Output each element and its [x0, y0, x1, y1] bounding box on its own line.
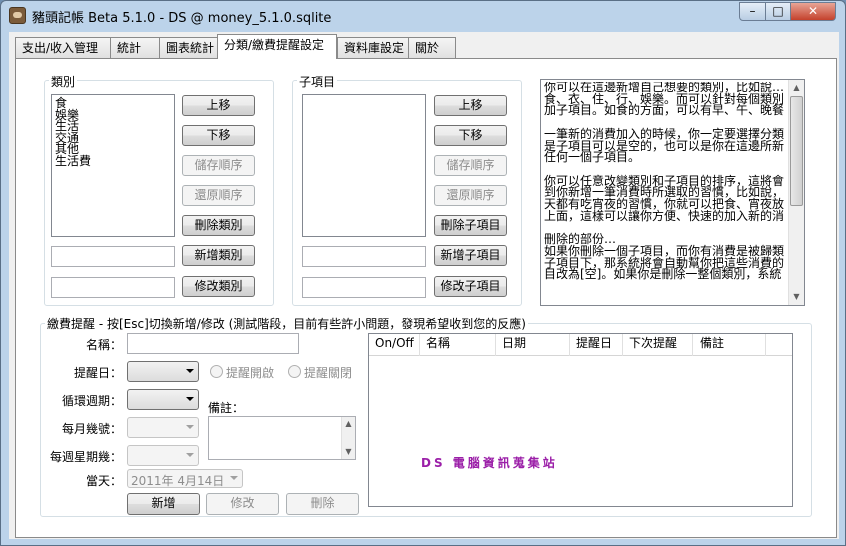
help-scrollbar[interactable]: ▲ ▼	[788, 80, 804, 305]
watermark: DS 電腦資訊蒐集站	[421, 456, 558, 470]
maximize-button[interactable]: □	[765, 2, 791, 21]
subitem-move-up-button[interactable]: 上移	[434, 95, 507, 116]
note-scrollbar[interactable]: ▲ ▼	[341, 417, 355, 459]
edit-subitem-button[interactable]: 修改子項目	[434, 276, 507, 297]
reminder-grid[interactable]: On/Off 名稱 日期 提醒日 下次提醒 備註 DS 電腦資訊蒐集站	[368, 333, 793, 507]
add-category-button[interactable]: 新增類別	[182, 245, 255, 266]
remind-off-label: 提醒關閉	[304, 366, 353, 380]
chevron-down-icon	[186, 453, 194, 457]
title-bar: 豬頭記帳 Beta 5.1.0 - DS @ money_5.1.0.sqlit…	[1, 1, 845, 31]
column-header-note[interactable]: 備註	[700, 337, 724, 350]
remind-on-label: 提醒開啟	[226, 366, 275, 380]
date-picker[interactable]: 2011年 4月14日	[127, 469, 243, 488]
category-name-input[interactable]	[51, 246, 175, 267]
chevron-down-icon	[186, 425, 194, 429]
column-divider	[569, 334, 570, 356]
window-title: 豬頭記帳 Beta 5.1.0 - DS @ money_5.1.0.sqlit…	[32, 11, 332, 26]
category-save-order-button[interactable]: 儲存順序	[182, 155, 255, 176]
client-area: 支出/收入管理 統計 圖表統計 分類/繳費提醒設定 資料庫設定 關於 類別 食 …	[9, 32, 839, 539]
column-header-onoff[interactable]: On/Off	[375, 337, 414, 350]
column-divider	[765, 334, 766, 356]
remind-day-select[interactable]	[127, 361, 199, 382]
category-listbox[interactable]: 食 娛樂 生活 交通 其他 生活費	[51, 94, 175, 237]
tab-database-settings[interactable]: 資料庫設定	[337, 37, 409, 58]
column-divider	[622, 334, 623, 356]
subitem-restore-order-button[interactable]: 還原順序	[434, 185, 507, 206]
scroll-up-arrow-icon[interactable]: ▲	[342, 417, 355, 430]
date-label: 當天：	[86, 474, 123, 488]
cycle-label: 循環週期：	[62, 394, 123, 408]
column-divider	[692, 334, 693, 356]
column-divider	[419, 334, 420, 356]
add-subitem-button[interactable]: 新增子項目	[434, 245, 507, 266]
note-textarea[interactable]: ▲ ▼	[208, 416, 356, 460]
category-edit-input[interactable]	[51, 277, 175, 298]
column-header-next-reminder[interactable]: 下次提醒	[629, 337, 677, 350]
category-move-down-button[interactable]: 下移	[182, 125, 255, 146]
reminder-edit-button[interactable]: 修改	[206, 493, 279, 515]
subitem-move-down-button[interactable]: 下移	[434, 125, 507, 146]
help-text: 你可以在這邊新增自己想要的類別，比如說… 食、衣、住、行、娛樂。而可以針對每個類…	[544, 82, 785, 281]
weekly-label: 每週星期幾：	[50, 450, 123, 464]
tab-expense-income[interactable]: 支出/收入管理	[15, 37, 111, 58]
remind-day-label: 提醒日：	[74, 366, 123, 380]
tab-chart-statistics[interactable]: 圖表統計	[159, 37, 219, 58]
category-list-items: 食 娛樂 生活 交通 其他 生活費	[55, 97, 91, 168]
minimize-button[interactable]: –	[739, 2, 766, 21]
category-group-label: 類別	[49, 73, 78, 90]
reminder-add-button[interactable]: 新增	[127, 493, 200, 515]
app-icon	[9, 7, 26, 24]
column-divider	[495, 334, 496, 356]
column-header-name[interactable]: 名稱	[426, 337, 450, 350]
category-move-up-button[interactable]: 上移	[182, 95, 255, 116]
subitem-group-label: 子項目	[297, 73, 338, 90]
app-window: 豬頭記帳 Beta 5.1.0 - DS @ money_5.1.0.sqlit…	[0, 0, 846, 546]
settings-panel: 類別 食 娛樂 生活 交通 其他 生活費 上移 下移 儲存順序 還原順序 刪除類…	[15, 58, 837, 538]
tab-statistics[interactable]: 統計	[110, 37, 160, 58]
delete-category-button[interactable]: 刪除類別	[182, 215, 255, 236]
edit-category-button[interactable]: 修改類別	[182, 276, 255, 297]
cycle-select[interactable]	[127, 389, 199, 410]
tab-category-reminder[interactable]: 分類/繳費提醒設定	[217, 34, 337, 59]
chevron-down-icon	[230, 476, 238, 480]
subitem-listbox[interactable]	[302, 94, 426, 237]
note-label: 備註：	[208, 401, 245, 415]
column-header-remind-day[interactable]: 提醒日	[576, 337, 612, 350]
reminder-group-label: 繳費提醒 - 按[Esc]切換新增/修改 (測試階段，目前有些許小問題，發現希望…	[45, 315, 528, 332]
tab-about[interactable]: 關於	[408, 37, 456, 58]
remind-off-radio[interactable]	[288, 365, 301, 378]
subitem-save-order-button[interactable]: 儲存順序	[434, 155, 507, 176]
scroll-down-arrow-icon[interactable]: ▼	[789, 289, 804, 304]
scroll-thumb[interactable]	[790, 96, 803, 206]
weekly-select[interactable]	[127, 445, 199, 466]
monthly-label: 每月幾號：	[62, 422, 123, 436]
reminder-name-label: 名稱：	[86, 338, 123, 352]
chevron-down-icon	[186, 369, 194, 373]
category-restore-order-button[interactable]: 還原順序	[182, 185, 255, 206]
remind-on-radio[interactable]	[210, 365, 223, 378]
scroll-down-arrow-icon[interactable]: ▼	[342, 445, 355, 458]
scroll-up-arrow-icon[interactable]: ▲	[789, 80, 804, 95]
help-textbox[interactable]: 你可以在這邊新增自己想要的類別，比如說… 食、衣、住、行、娛樂。而可以針對每個類…	[540, 79, 805, 306]
column-header-date[interactable]: 日期	[502, 337, 526, 350]
subitem-edit-input[interactable]	[302, 277, 426, 298]
date-value: 2011年 4月14日	[131, 474, 225, 488]
monthly-select[interactable]	[127, 417, 199, 438]
chevron-down-icon	[186, 397, 194, 401]
list-item[interactable]: 生活費	[55, 155, 91, 168]
close-button[interactable]: ✕	[790, 2, 836, 21]
reminder-name-input[interactable]	[127, 333, 299, 354]
subitem-name-input[interactable]	[302, 246, 426, 267]
delete-subitem-button[interactable]: 刪除子項目	[434, 215, 507, 236]
grid-header: On/Off 名稱 日期 提醒日 下次提醒 備註	[369, 334, 792, 356]
reminder-delete-button[interactable]: 刪除	[286, 493, 359, 515]
